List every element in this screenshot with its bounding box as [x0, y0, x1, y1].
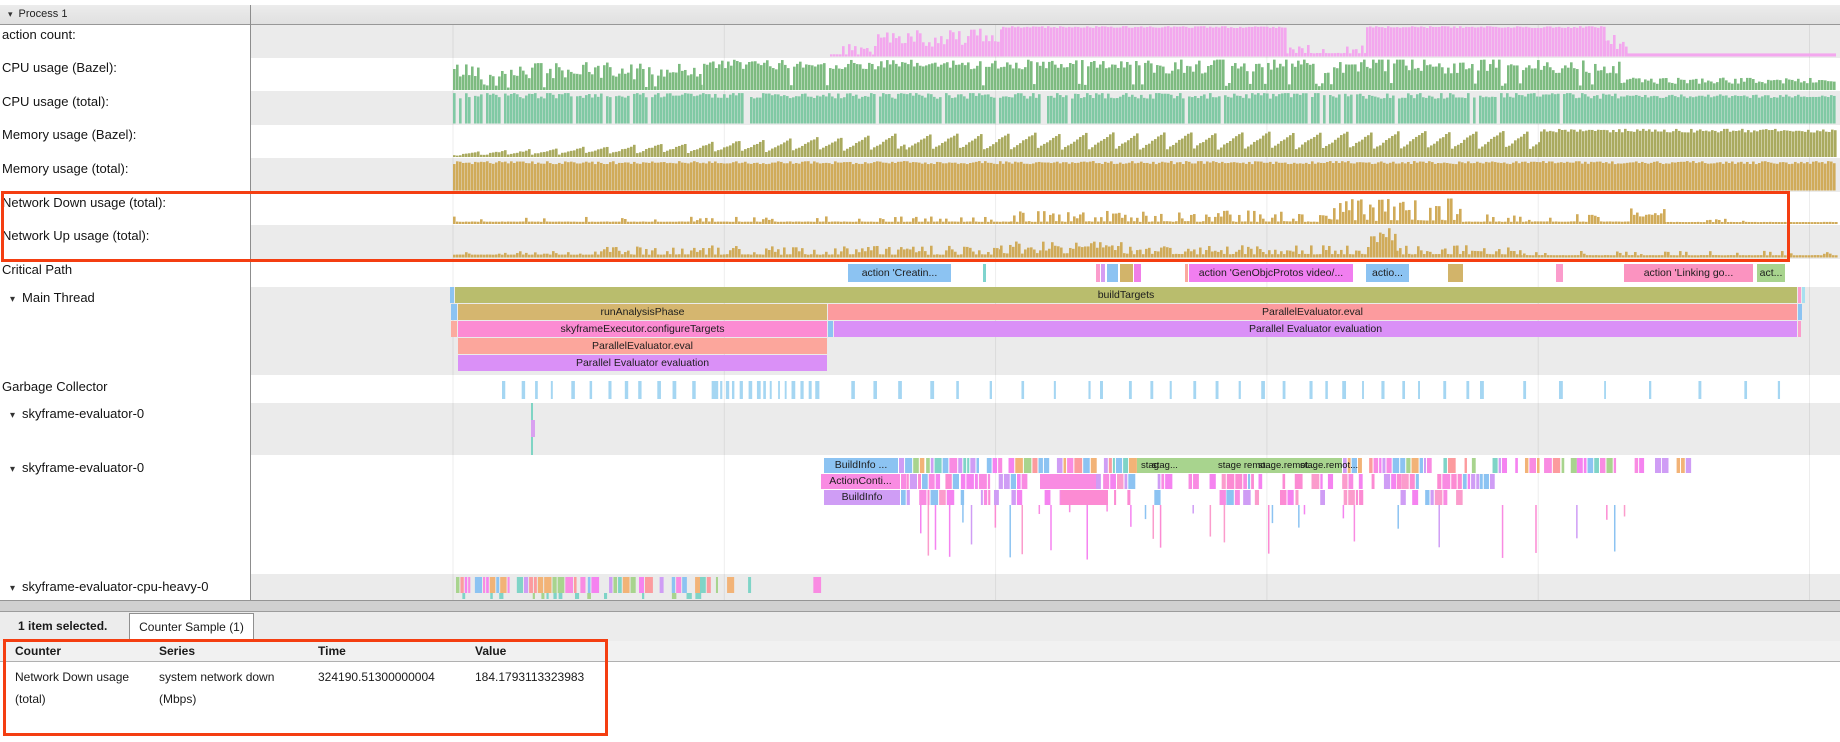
row-label-critical-path: Critical Path: [2, 262, 72, 277]
critical-path-slice[interactable]: [1101, 264, 1105, 282]
col-header-value[interactable]: Value: [475, 644, 506, 658]
cell-time[interactable]: 324190.51300000004: [318, 666, 468, 688]
critical-path-slice[interactable]: [1134, 264, 1141, 282]
collapse-arrow-icon[interactable]: ▾: [10, 583, 15, 594]
critical-path-slice[interactable]: action 'Creatin...: [848, 264, 951, 282]
sample-table-header: Counter Series Time Value: [0, 641, 1840, 662]
row-label-cpu-bazel: CPU usage (Bazel):: [2, 60, 117, 75]
main-thread-slice[interactable]: [1798, 304, 1802, 320]
main-thread-slice[interactable]: ParallelEvaluator.eval: [828, 304, 1797, 320]
row-label-action-count: action count:: [2, 27, 76, 42]
critical-path-slice[interactable]: action 'GenObjcProtos video/...: [1189, 264, 1353, 282]
critical-path-slice[interactable]: [1120, 264, 1133, 282]
main-thread-slice[interactable]: [451, 321, 457, 337]
row-label-cpu-total: CPU usage (total):: [2, 94, 109, 109]
main-thread-slice[interactable]: [1798, 287, 1801, 303]
process-title: Process 1: [19, 8, 68, 20]
critical-path-slice[interactable]: [1448, 264, 1463, 282]
panel-splitter-handle[interactable]: [0, 600, 1840, 612]
main-thread-slice[interactable]: Parallel Evaluator evaluation: [834, 321, 1797, 337]
skyframe-slice[interactable]: ActionConti...: [821, 474, 900, 489]
main-thread-slice[interactable]: [1802, 287, 1805, 303]
tab-counter-sample[interactable]: Counter Sample (1): [129, 613, 254, 641]
row-label-garbage-collector: Garbage Collector: [2, 379, 108, 394]
main-thread-slice[interactable]: ParallelEvaluator.eval: [458, 338, 827, 354]
panel-divider[interactable]: [250, 5, 251, 600]
main-thread-slice[interactable]: [1798, 321, 1801, 337]
main-thread-slice[interactable]: [450, 287, 454, 303]
main-thread-slice[interactable]: buildTargets: [455, 287, 1797, 303]
skyframe-slice-label: stag...: [1152, 460, 1178, 471]
critical-path-slice[interactable]: [1556, 264, 1563, 282]
selection-status: 1 item selected.: [18, 619, 107, 633]
main-thread-slice[interactable]: [451, 304, 457, 320]
cell-value[interactable]: 184.1793113323983: [475, 666, 615, 688]
track-header-skyframe-evaluator-0-b[interactable]: ▾skyframe-evaluator-0: [10, 460, 144, 475]
col-header-counter[interactable]: Counter: [15, 644, 61, 658]
critical-path-slice[interactable]: act...: [1757, 264, 1785, 282]
skyframe-slice-label: stage.remot...: [1300, 460, 1358, 471]
main-thread-slice[interactable]: Parallel Evaluator evaluation: [458, 355, 827, 371]
collapse-arrow-icon[interactable]: ▾: [10, 294, 15, 305]
skyframe-slice[interactable]: BuildInfo ...: [824, 458, 898, 473]
track-header-skyframe-evaluator-0-a[interactable]: ▾skyframe-evaluator-0: [10, 406, 144, 421]
collapse-arrow-icon[interactable]: ▾: [8, 9, 13, 19]
critical-path-slice[interactable]: actio...: [1366, 264, 1409, 282]
row-label-mem-bazel: Memory usage (Bazel):: [2, 127, 136, 142]
main-thread-slice[interactable]: runAnalysisPhase: [458, 304, 827, 320]
row-label-net-up: Network Up usage (total):: [2, 228, 149, 243]
collapse-arrow-icon[interactable]: ▾: [10, 464, 15, 475]
process-header[interactable]: ▾ Process 1: [0, 5, 1840, 25]
skyframe-slice[interactable]: BuildInfo: [824, 490, 900, 505]
row-label-mem-total: Memory usage (total):: [2, 161, 128, 176]
cell-series[interactable]: system network down (Mbps): [159, 666, 299, 710]
collapse-arrow-icon[interactable]: ▾: [10, 410, 15, 421]
critical-path-slice[interactable]: action 'Linking go...: [1624, 264, 1753, 282]
main-thread-slice[interactable]: [828, 321, 833, 337]
critical-path-slice[interactable]: [983, 264, 986, 282]
col-header-time[interactable]: Time: [318, 644, 346, 658]
track-header-skyframe-evaluator-cpu-heavy[interactable]: ▾skyframe-evaluator-cpu-heavy-0: [10, 579, 208, 594]
main-thread-slice[interactable]: skyframeExecutor.configureTargets: [458, 321, 827, 337]
col-header-series[interactable]: Series: [159, 644, 195, 658]
cell-counter[interactable]: Network Down usage (total): [15, 666, 143, 710]
critical-path-slice[interactable]: [1185, 264, 1188, 282]
sample-table: Counter Series Time Value Network Down u…: [0, 641, 1840, 742]
details-panel: 1 item selected. Counter Sample (1) Coun…: [0, 600, 1840, 742]
row-label-net-down: Network Down usage (total):: [2, 195, 166, 210]
track-header-main-thread[interactable]: ▾Main Thread: [10, 290, 95, 305]
trace-viewer: ▾ Process 1 action 'Creatin... action 'Gen…: [0, 0, 1840, 742]
critical-path-slice[interactable]: [1107, 264, 1118, 282]
critical-path-slice[interactable]: [1096, 264, 1100, 282]
